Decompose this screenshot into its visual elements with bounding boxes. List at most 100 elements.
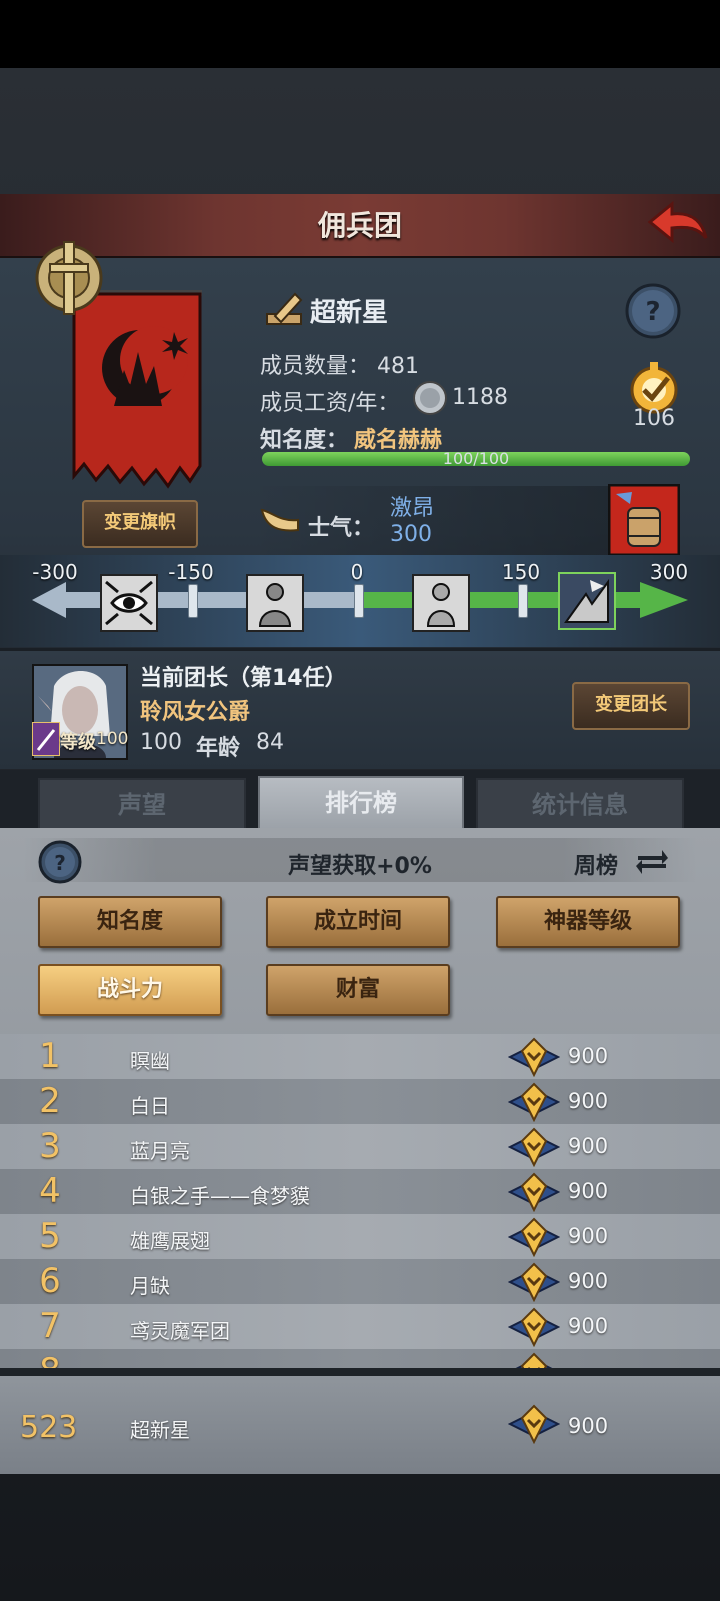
- my-rank-name: 超新星: [130, 1418, 190, 1442]
- morale-icon-high[interactable]: [558, 572, 616, 630]
- rank-number: 4: [39, 1171, 61, 1211]
- rank-number: 2: [39, 1081, 61, 1121]
- swap-icon[interactable]: [634, 844, 670, 880]
- list-item[interactable]: 3 蓝月亮 900: [0, 1124, 720, 1170]
- rank-guild-name: 白日: [130, 1094, 170, 1118]
- rank-score: 900: [568, 1269, 609, 1293]
- salary-label: 成员工资/年：: [260, 391, 400, 416]
- rank-number: 3: [39, 1126, 61, 1166]
- filter-artifact-level-button[interactable]: 神器等级: [496, 896, 680, 948]
- rank-number: 7: [39, 1306, 61, 1346]
- tab-ranking[interactable]: 排行榜: [258, 776, 464, 834]
- rank-score: 900: [568, 1179, 609, 1203]
- morale-arrow-right: [640, 582, 688, 618]
- combat-power-badge-icon: [508, 1404, 560, 1444]
- list-item[interactable]: 2 白日 900: [0, 1079, 720, 1125]
- morale-tick: [518, 584, 528, 618]
- leader-age-label: 年龄: [196, 736, 241, 761]
- tab-reputation[interactable]: 声望: [38, 778, 246, 832]
- list-item[interactable]: 4 白银之手——食梦貘 900: [0, 1169, 720, 1215]
- rank-score: 900: [568, 1089, 609, 1113]
- members-row: 成员数量： 481: [260, 348, 419, 380]
- list-item[interactable]: 7 鸢灵魔军团 900: [0, 1304, 720, 1350]
- rank-guild-name: 白银之手——食梦貘: [130, 1184, 310, 1208]
- svg-text:?: ?: [645, 297, 660, 327]
- rank-guild-name: 鸢灵魔军团: [130, 1319, 230, 1343]
- rank-number: 6: [39, 1261, 61, 1301]
- morale-tick: [188, 584, 198, 618]
- rank-score: 900: [568, 1314, 609, 1338]
- combat-power-badge-icon: [508, 1082, 560, 1122]
- status-bar-area: [0, 0, 720, 68]
- combat-power-badge-icon: [508, 1262, 560, 1302]
- morale-icon-despair[interactable]: [100, 574, 158, 632]
- leader-level-badge-label: 等级: [60, 732, 96, 753]
- morale-icon-low[interactable]: [246, 574, 304, 632]
- barrel-icon[interactable]: [608, 484, 680, 556]
- edit-name-icon[interactable]: [265, 288, 305, 328]
- leader-level: 100: [140, 730, 182, 755]
- change-leader-button[interactable]: 变更团长: [572, 682, 690, 730]
- my-rank-row[interactable]: [0, 1376, 720, 1474]
- tab-statistics[interactable]: 统计信息: [476, 778, 684, 832]
- morale-tick-label: -300: [32, 560, 78, 584]
- members-label: 成员数量：: [260, 354, 371, 379]
- members-value: 481: [377, 354, 420, 379]
- morale-tick-label: 0: [350, 560, 364, 584]
- rank-score: 900: [568, 1134, 609, 1158]
- my-rank-number: 523: [20, 1410, 78, 1445]
- leader-level-badge: 等级 100: [32, 722, 130, 756]
- leader-age-value: 84: [256, 730, 284, 755]
- combat-power-badge-icon: [508, 1127, 560, 1167]
- morale-tick-label: -150: [168, 560, 214, 584]
- combat-power-badge-icon: [508, 1307, 560, 1347]
- silver-coin-icon: [413, 381, 447, 415]
- staff-icon: [32, 722, 60, 756]
- rank-number: 5: [39, 1216, 61, 1256]
- rank-guild-name: 瞑幽: [130, 1049, 170, 1073]
- leader-level-badge-value: 100: [96, 729, 129, 749]
- fame-progress-text: 100/100: [442, 449, 510, 468]
- morale-icon-normal[interactable]: [412, 574, 470, 632]
- rank-guild-name: 月缺: [130, 1274, 170, 1298]
- salary-value: 1188: [452, 385, 508, 410]
- morale-value: 300: [390, 522, 432, 547]
- morale-tick-label: 300: [649, 560, 689, 584]
- list-item[interactable]: 6 月缺 900: [0, 1259, 720, 1305]
- guild-name: 超新星: [310, 298, 389, 328]
- help-icon[interactable]: ?: [624, 282, 682, 340]
- filter-wealth-button[interactable]: 财富: [266, 964, 450, 1016]
- combat-power-badge-icon: [508, 1037, 560, 1077]
- leader-name: 聆风女公爵: [140, 700, 251, 725]
- filter-fame-button[interactable]: 知名度: [38, 896, 222, 948]
- period-label[interactable]: 周榜: [574, 848, 618, 880]
- back-arrow-icon[interactable]: [646, 198, 710, 250]
- morale-tick: [354, 584, 364, 618]
- rank-number: 1: [39, 1036, 61, 1076]
- ranking-list: 1 瞑幽 900 2 白日 900 3 蓝月亮 900 4 白银之手——食梦貘 900 5 雄鹰展翅 900…: [0, 1034, 720, 1368]
- guild-emblem-icon: [35, 241, 103, 315]
- morale-status: 激昂: [390, 496, 435, 521]
- rank-score: 900: [568, 1044, 609, 1068]
- combat-power-badge-icon: [508, 1172, 560, 1212]
- list-item[interactable]: 8: [0, 1349, 720, 1368]
- change-banner-button[interactable]: 变更旗帜: [82, 500, 198, 548]
- morale-arrow-left: [32, 582, 66, 618]
- rank-score: 900: [568, 1224, 609, 1248]
- list-item[interactable]: 1 瞑幽 900: [0, 1034, 720, 1080]
- my-rank-score: 900: [568, 1414, 609, 1438]
- filter-combat-power-button[interactable]: 战斗力: [38, 964, 222, 1016]
- rank-number: 8: [30, 1351, 70, 1368]
- morale-label: 士气：: [308, 516, 375, 541]
- rank-guild-name: 雄鹰展翅: [130, 1229, 210, 1253]
- combat-power-badge-icon: [508, 1217, 560, 1257]
- trophy-value: 106: [633, 406, 675, 431]
- rank-guild-name: 蓝月亮: [130, 1139, 190, 1163]
- combat-power-badge-icon: [515, 1352, 553, 1368]
- list-divider: [0, 1368, 720, 1376]
- morale-tick-label: 150: [501, 560, 541, 584]
- list-item[interactable]: 5 雄鹰展翅 900: [0, 1214, 720, 1260]
- filter-founded-button[interactable]: 成立时间: [266, 896, 450, 948]
- leader-title: 当前团长（第14任）: [140, 666, 347, 691]
- horn-icon: [260, 508, 299, 532]
